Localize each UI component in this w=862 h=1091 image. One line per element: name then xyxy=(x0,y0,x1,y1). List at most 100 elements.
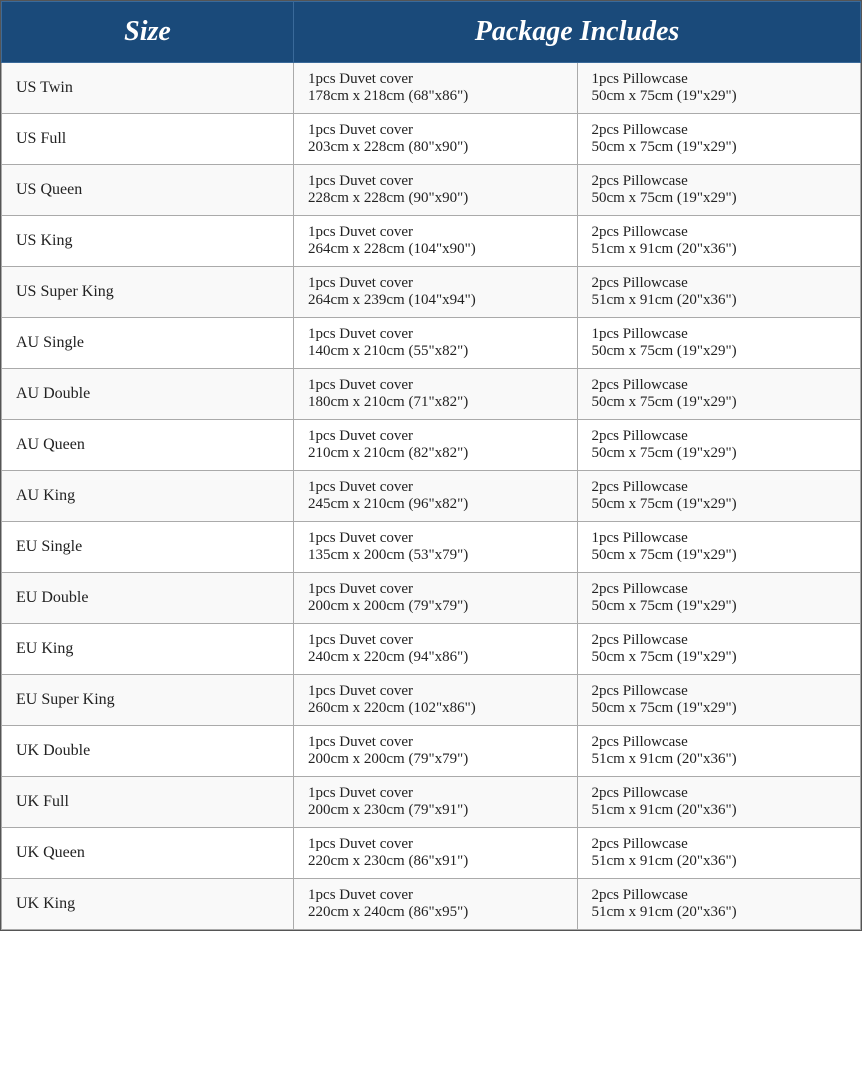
table-body: US Twin1pcs Duvet cover178cm x 218cm (68… xyxy=(2,63,861,930)
pillowcase-cell: 1pcs Pillowcase50cm x 75cm (19"x29") xyxy=(577,318,860,369)
duvet-cover-label: 1pcs Duvet cover xyxy=(308,275,562,292)
duvet-cover-label: 1pcs Duvet cover xyxy=(308,224,562,241)
pillowcase-dimensions: 50cm x 75cm (19"x29") xyxy=(592,700,846,717)
pillowcase-label: 2pcs Pillowcase xyxy=(592,122,846,139)
duvet-cover-cell: 1pcs Duvet cover264cm x 228cm (104"x90") xyxy=(294,216,577,267)
pillowcase-dimensions: 51cm x 91cm (20"x36") xyxy=(592,241,846,258)
duvet-cover-cell: 1pcs Duvet cover260cm x 220cm (102"x86") xyxy=(294,675,577,726)
duvet-cover-dimensions: 264cm x 228cm (104"x90") xyxy=(308,241,562,258)
pillowcase-cell: 1pcs Pillowcase50cm x 75cm (19"x29") xyxy=(577,63,860,114)
duvet-cover-dimensions: 200cm x 200cm (79"x79") xyxy=(308,598,562,615)
duvet-cover-dimensions: 260cm x 220cm (102"x86") xyxy=(308,700,562,717)
pillowcase-label: 2pcs Pillowcase xyxy=(592,683,846,700)
pillowcase-dimensions: 50cm x 75cm (19"x29") xyxy=(592,649,846,666)
duvet-cover-dimensions: 245cm x 210cm (96"x82") xyxy=(308,496,562,513)
pillowcase-dimensions: 51cm x 91cm (20"x36") xyxy=(592,802,846,819)
size-cell: US Full xyxy=(2,114,294,165)
duvet-cover-label: 1pcs Duvet cover xyxy=(308,479,562,496)
duvet-cover-cell: 1pcs Duvet cover200cm x 200cm (79"x79") xyxy=(294,726,577,777)
duvet-cover-dimensions: 203cm x 228cm (80"x90") xyxy=(308,139,562,156)
pillowcase-dimensions: 50cm x 75cm (19"x29") xyxy=(592,547,846,564)
duvet-cover-cell: 1pcs Duvet cover220cm x 230cm (86"x91") xyxy=(294,828,577,879)
table-row: UK Queen1pcs Duvet cover220cm x 230cm (8… xyxy=(2,828,861,879)
table-row: AU King1pcs Duvet cover245cm x 210cm (96… xyxy=(2,471,861,522)
duvet-cover-cell: 1pcs Duvet cover140cm x 210cm (55"x82") xyxy=(294,318,577,369)
duvet-cover-dimensions: 220cm x 240cm (86"x95") xyxy=(308,904,562,921)
duvet-cover-cell: 1pcs Duvet cover200cm x 230cm (79"x91") xyxy=(294,777,577,828)
duvet-cover-dimensions: 240cm x 220cm (94"x86") xyxy=(308,649,562,666)
size-cell: EU King xyxy=(2,624,294,675)
table-row: US Queen1pcs Duvet cover228cm x 228cm (9… xyxy=(2,165,861,216)
pillowcase-dimensions: 50cm x 75cm (19"x29") xyxy=(592,190,846,207)
duvet-cover-dimensions: 135cm x 200cm (53"x79") xyxy=(308,547,562,564)
table-row: UK Double1pcs Duvet cover200cm x 200cm (… xyxy=(2,726,861,777)
pillowcase-cell: 2pcs Pillowcase50cm x 75cm (19"x29") xyxy=(577,420,860,471)
pillowcase-cell: 2pcs Pillowcase51cm x 91cm (20"x36") xyxy=(577,267,860,318)
pillowcase-label: 2pcs Pillowcase xyxy=(592,581,846,598)
pillowcase-dimensions: 51cm x 91cm (20"x36") xyxy=(592,751,846,768)
duvet-cover-dimensions: 264cm x 239cm (104"x94") xyxy=(308,292,562,309)
duvet-cover-cell: 1pcs Duvet cover245cm x 210cm (96"x82") xyxy=(294,471,577,522)
table-row: US Super King1pcs Duvet cover264cm x 239… xyxy=(2,267,861,318)
pillowcase-label: 2pcs Pillowcase xyxy=(592,734,846,751)
size-cell: EU Super King xyxy=(2,675,294,726)
pillowcase-label: 2pcs Pillowcase xyxy=(592,377,846,394)
pillowcase-label: 2pcs Pillowcase xyxy=(592,275,846,292)
duvet-cover-dimensions: 140cm x 210cm (55"x82") xyxy=(308,343,562,360)
duvet-cover-label: 1pcs Duvet cover xyxy=(308,683,562,700)
duvet-cover-label: 1pcs Duvet cover xyxy=(308,785,562,802)
pillowcase-dimensions: 50cm x 75cm (19"x29") xyxy=(592,394,846,411)
size-cell: AU Queen xyxy=(2,420,294,471)
duvet-cover-label: 1pcs Duvet cover xyxy=(308,71,562,88)
pillowcase-label: 2pcs Pillowcase xyxy=(592,632,846,649)
pillowcase-cell: 2pcs Pillowcase51cm x 91cm (20"x36") xyxy=(577,828,860,879)
table-row: UK King 1pcs Duvet cover220cm x 240cm (86… xyxy=(2,879,861,930)
duvet-cover-label: 1pcs Duvet cover xyxy=(308,377,562,394)
duvet-cover-label: 1pcs Duvet cover xyxy=(308,326,562,343)
table-row: UK Full1pcs Duvet cover200cm x 230cm (79… xyxy=(2,777,861,828)
duvet-cover-cell: 1pcs Duvet cover228cm x 228cm (90"x90") xyxy=(294,165,577,216)
duvet-cover-label: 1pcs Duvet cover xyxy=(308,581,562,598)
size-cell: US Queen xyxy=(2,165,294,216)
pillowcase-dimensions: 50cm x 75cm (19"x29") xyxy=(592,343,846,360)
pillowcase-dimensions: 50cm x 75cm (19"x29") xyxy=(592,139,846,156)
duvet-cover-cell: 1pcs Duvet cover203cm x 228cm (80"x90") xyxy=(294,114,577,165)
table-row: EU Super King1pcs Duvet cover260cm x 220… xyxy=(2,675,861,726)
duvet-cover-label: 1pcs Duvet cover xyxy=(308,734,562,751)
pillowcase-cell: 2pcs Pillowcase50cm x 75cm (19"x29") xyxy=(577,165,860,216)
duvet-cover-dimensions: 210cm x 210cm (82"x82") xyxy=(308,445,562,462)
duvet-cover-label: 1pcs Duvet cover xyxy=(308,887,562,904)
pillowcase-label: 2pcs Pillowcase xyxy=(592,428,846,445)
table-row: AU Double1pcs Duvet cover180cm x 210cm (… xyxy=(2,369,861,420)
duvet-cover-cell: 1pcs Duvet cover264cm x 239cm (104"x94") xyxy=(294,267,577,318)
pillowcase-dimensions: 50cm x 75cm (19"x29") xyxy=(592,598,846,615)
pillowcase-cell: 2pcs Pillowcase51cm x 91cm (20"x36") xyxy=(577,777,860,828)
pillowcase-label: 1pcs Pillowcase xyxy=(592,71,846,88)
header-size: Size xyxy=(2,2,294,63)
duvet-cover-label: 1pcs Duvet cover xyxy=(308,428,562,445)
size-cell: UK Queen xyxy=(2,828,294,879)
pillowcase-label: 2pcs Pillowcase xyxy=(592,224,846,241)
pillowcase-cell: 2pcs Pillowcase50cm x 75cm (19"x29") xyxy=(577,573,860,624)
duvet-cover-dimensions: 178cm x 218cm (68"x86") xyxy=(308,88,562,105)
size-cell: UK King xyxy=(2,879,294,930)
pillowcase-cell: 1pcs Pillowcase50cm x 75cm (19"x29") xyxy=(577,522,860,573)
pillowcase-dimensions: 51cm x 91cm (20"x36") xyxy=(592,853,846,870)
pillowcase-dimensions: 50cm x 75cm (19"x29") xyxy=(592,496,846,513)
pillowcase-label: 1pcs Pillowcase xyxy=(592,530,846,547)
pillowcase-dimensions: 51cm x 91cm (20"x36") xyxy=(592,904,846,921)
pillowcase-cell: 2pcs Pillowcase51cm x 91cm (20"x36") xyxy=(577,879,860,930)
size-cell: EU Single xyxy=(2,522,294,573)
size-cell: EU Double xyxy=(2,573,294,624)
duvet-cover-dimensions: 180cm x 210cm (71"x82") xyxy=(308,394,562,411)
table-row: AU Queen 1pcs Duvet cover210cm x 210cm (8… xyxy=(2,420,861,471)
pillowcase-cell: 2pcs Pillowcase50cm x 75cm (19"x29") xyxy=(577,471,860,522)
pillowcase-cell: 2pcs Pillowcase50cm x 75cm (19"x29") xyxy=(577,624,860,675)
duvet-cover-dimensions: 200cm x 230cm (79"x91") xyxy=(308,802,562,819)
pillowcase-dimensions: 50cm x 75cm (19"x29") xyxy=(592,88,846,105)
table-row: EU Single1pcs Duvet cover135cm x 200cm (… xyxy=(2,522,861,573)
pillowcase-cell: 2pcs Pillowcase50cm x 75cm (19"x29") xyxy=(577,114,860,165)
pillowcase-cell: 2pcs Pillowcase51cm x 91cm (20"x36") xyxy=(577,726,860,777)
duvet-cover-dimensions: 200cm x 200cm (79"x79") xyxy=(308,751,562,768)
size-cell: AU Single xyxy=(2,318,294,369)
